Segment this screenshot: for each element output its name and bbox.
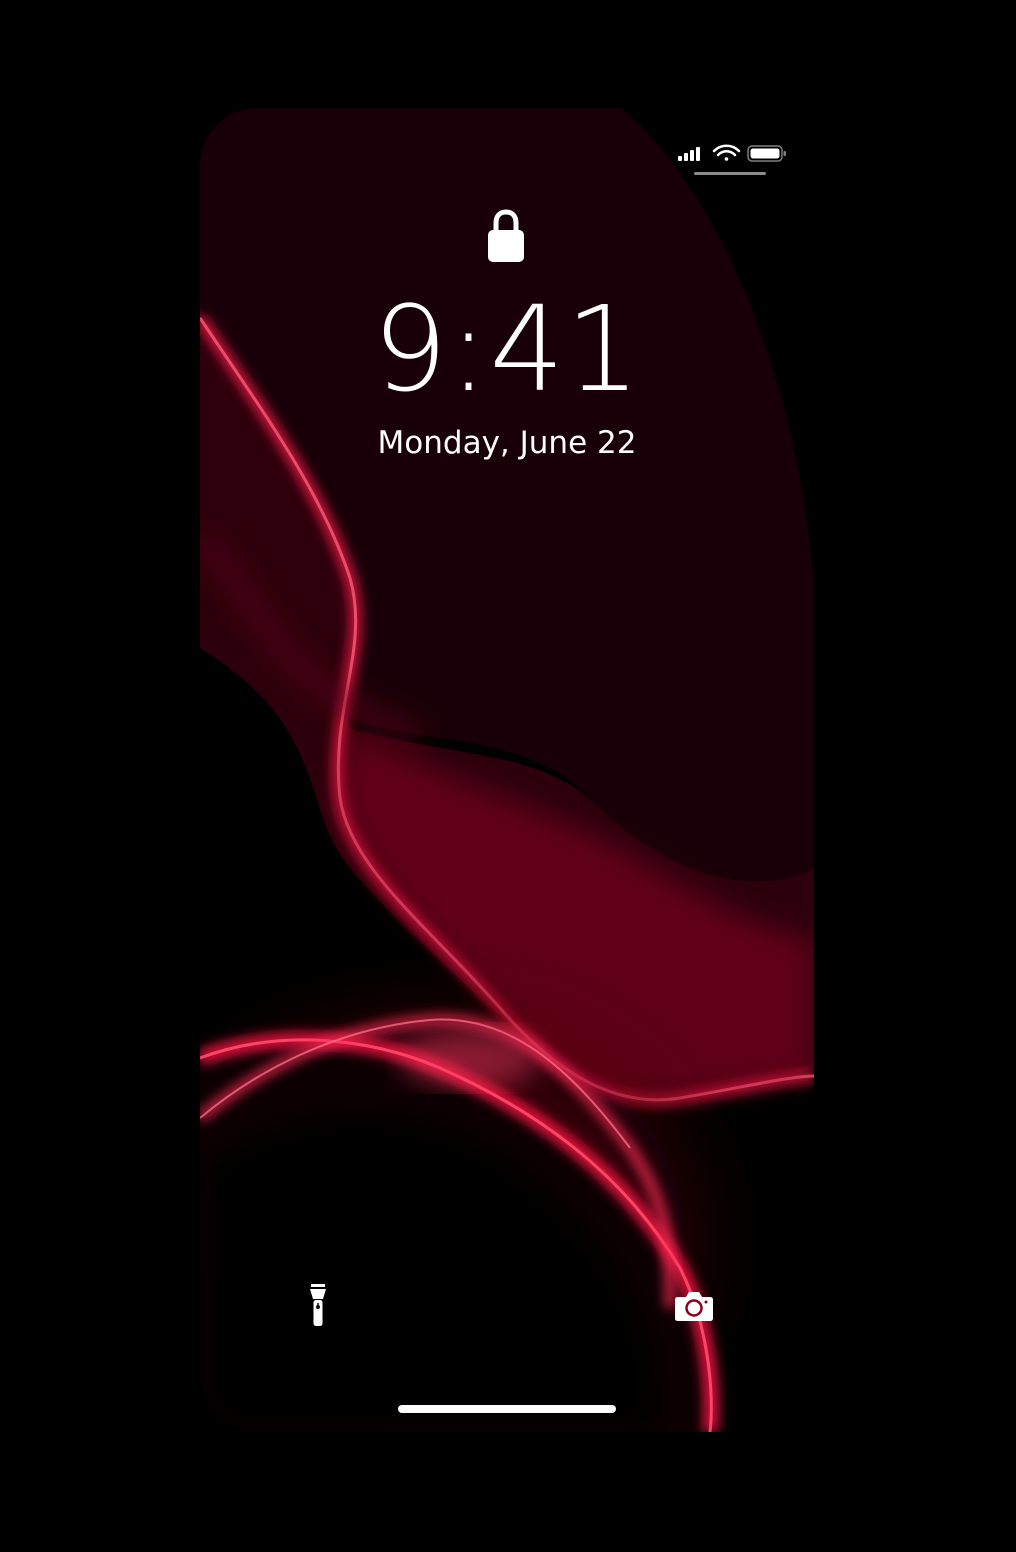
- home-indicator[interactable]: [398, 1405, 616, 1413]
- camera-icon: [675, 1292, 713, 1321]
- cellular-signal-icon: [678, 147, 700, 161]
- lock-screen-date: Monday, June 22: [377, 425, 637, 461]
- lock-screen: 9:41 Monday, June 22: [200, 108, 814, 1432]
- wifi-icon: [712, 144, 741, 161]
- lock-screen-time: 9:41: [372, 280, 642, 418]
- control-center-indicator[interactable]: [694, 172, 766, 175]
- phone-lock-screen-page: 9:41 Monday, June 22: [0, 0, 1016, 1552]
- battery-icon: [747, 145, 786, 162]
- camera-button[interactable]: [652, 1264, 736, 1348]
- lock-icon: [488, 209, 524, 262]
- flashlight-button[interactable]: [276, 1264, 360, 1348]
- flashlight-icon: [310, 1284, 326, 1326]
